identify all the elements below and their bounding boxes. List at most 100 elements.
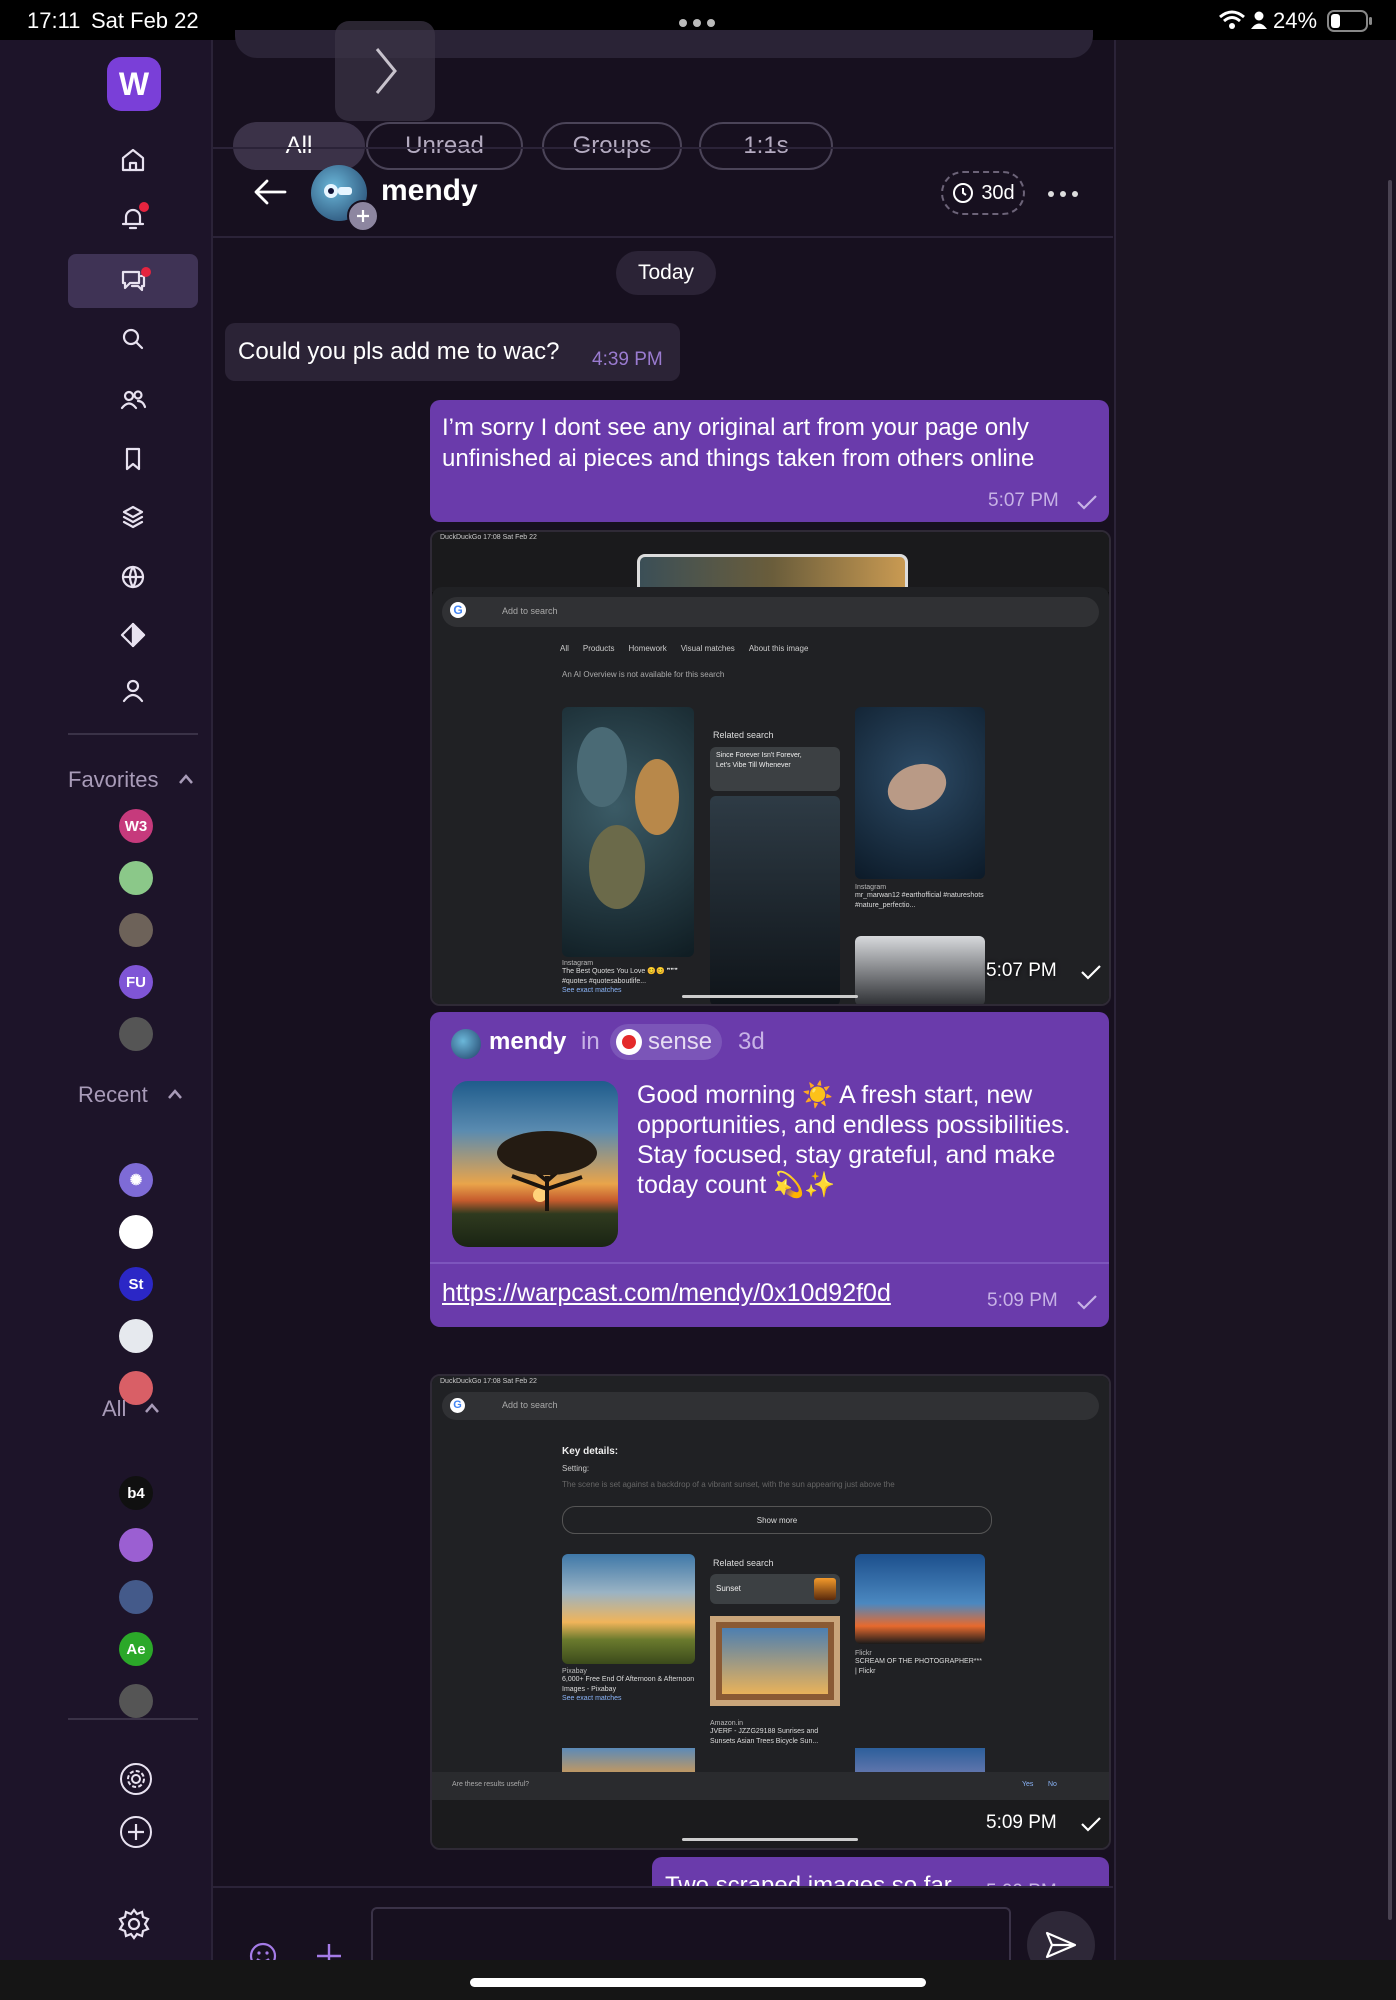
caption-source: Flickr <box>855 1650 872 1657</box>
message-incoming[interactable]: Could you pls add me to wac? 4:39 PM <box>225 323 680 381</box>
shot-dark-image <box>710 796 840 1004</box>
caption-link: See exact matches <box>562 1695 622 1702</box>
recent-heading: Recent <box>78 1082 148 1107</box>
favorite-1-avatar[interactable]: W3 <box>119 809 153 843</box>
message-input[interactable] <box>371 1907 1011 1967</box>
favorite-2-avatar[interactable] <box>119 861 153 895</box>
message-time: 4:39 PM <box>592 349 663 370</box>
favorites-collapse-icon[interactable] <box>177 772 195 791</box>
bookmark-icon[interactable] <box>114 440 152 478</box>
caption-source: Instagram <box>855 884 887 891</box>
settings-circle-icon[interactable] <box>118 1761 154 1802</box>
recent-3-avatar[interactable]: St <box>119 1267 153 1301</box>
cast-author-avatar <box>451 1029 481 1059</box>
shot-status: DuckDuckGo 17:08 Sat Feb 22 <box>440 1378 537 1385</box>
cast-link[interactable]: https://warpcast.com/mendy/0x10d92f0d <box>442 1279 891 1308</box>
profile-icon[interactable] <box>114 672 152 710</box>
caption-text: SCREAM OF THE PHOTOGRAPHER*** | Flickr <box>855 1658 982 1675</box>
disappearing-timer-button[interactable]: 30d <box>941 171 1025 215</box>
forward-chevron-button[interactable] <box>335 21 435 121</box>
google-icon: G <box>450 602 466 618</box>
favorite-5-avatar[interactable] <box>119 1017 153 1051</box>
wifi-icon <box>1219 10 1245 35</box>
more-options-icon[interactable] <box>1047 186 1079 204</box>
filter-unread[interactable]: Unread <box>366 122 523 170</box>
shot-setting-text: The scene is set against a backdrop of a… <box>562 1480 895 1489</box>
shot-tab: Visual matches <box>680 644 735 653</box>
chip-text: Since Forever Isn't Forever, Let's Vibe … <box>716 752 802 769</box>
timer-value: 30d <box>981 181 1015 204</box>
bell-icon[interactable] <box>114 199 152 237</box>
filter-all[interactable]: All <box>233 122 365 170</box>
shot-caption-left: Instagram The Best Quotes You Love 😊😊 ❞❞… <box>562 960 697 994</box>
scrollbar[interactable] <box>1388 180 1392 1920</box>
shot-related-chip: Sunset <box>710 1574 840 1604</box>
globe-icon[interactable] <box>114 558 152 596</box>
recent-collapse-icon[interactable] <box>166 1087 184 1106</box>
shot-tab: Homework <box>628 644 667 653</box>
add-community-icon[interactable] <box>118 1814 154 1855</box>
chat-icon[interactable] <box>114 262 152 300</box>
battery-icon <box>1327 10 1373 37</box>
send-icon <box>1045 1931 1077 1959</box>
message-text: Could you pls add me to wac? <box>238 338 560 365</box>
filter-1-1s[interactable]: 1:1s <box>699 122 833 170</box>
back-arrow-icon[interactable] <box>253 178 287 211</box>
app-logo[interactable]: W <box>107 57 161 111</box>
google-icon: G <box>450 1398 465 1413</box>
cast-age: 3d <box>738 1028 765 1055</box>
gear-icon[interactable] <box>117 1907 151 1946</box>
all-3-avatar[interactable] <box>119 1580 153 1614</box>
check-icon <box>1077 495 1097 510</box>
chevron-right-icon <box>375 48 397 94</box>
all-2-avatar[interactable] <box>119 1528 153 1562</box>
shot-ai-note: An AI Overview is not available for this… <box>562 670 725 679</box>
recent-4-avatar[interactable] <box>119 1319 153 1353</box>
shot-caption-3: Amazon.in JVERF - JZZG29188 Sunrises and… <box>710 1720 845 1747</box>
shot-related-chip: Since Forever Isn't Forever, Let's Vibe … <box>710 747 840 791</box>
shot-search-placeholder: Add to search <box>502 606 558 616</box>
all-4-avatar[interactable]: Ae <box>119 1632 153 1666</box>
cast-in-label: in <box>581 1028 600 1055</box>
shot-tab: Products <box>582 644 615 653</box>
shot-framed-image <box>710 1616 840 1706</box>
recent-2-avatar[interactable] <box>119 1215 153 1249</box>
sidebar: W Favorites W3 FU Recent ✺ St All b4 Ae <box>0 40 213 1960</box>
shot-related-heading: Related search <box>713 1558 774 1568</box>
check-icon <box>1077 1295 1097 1310</box>
favorite-3-avatar[interactable] <box>119 913 153 947</box>
all-1-avatar[interactable]: b4 <box>119 1476 153 1510</box>
chat-pane: All Unread Groups 1:1s mendy 30d Today C… <box>213 21 1113 1979</box>
image-attachment[interactable]: DuckDuckGo 17:08 Sat Feb 22 G Add to sea… <box>430 1374 1111 1850</box>
check-icon <box>1081 1817 1101 1832</box>
message-time: 5:09 PM <box>986 1812 1057 1833</box>
battery-percent: 24% <box>1273 8 1318 33</box>
cast-author[interactable]: mendy <box>489 1028 566 1056</box>
chip-thumb <box>814 1578 836 1600</box>
home-indicator[interactable] <box>470 1978 926 1987</box>
shot-leaves-image <box>562 707 694 957</box>
all-5-avatar[interactable] <box>119 1684 153 1718</box>
shot-tab: All <box>560 644 569 653</box>
favorite-4-avatar[interactable]: FU <box>119 965 153 999</box>
filter-groups[interactable]: Groups <box>542 122 682 170</box>
all-collapse-icon[interactable] <box>143 1401 161 1420</box>
diamond-icon[interactable] <box>114 616 152 654</box>
recent-1-avatar[interactable]: ✺ <box>119 1163 153 1197</box>
message-outgoing[interactable]: I’m sorry I dont see any original art fr… <box>430 400 1109 522</box>
cast-image[interactable] <box>452 1081 618 1247</box>
shot-tabs: All Products Homework Visual matches Abo… <box>560 644 808 653</box>
cube-icon[interactable] <box>114 498 152 536</box>
all-heading: All <box>102 1396 127 1421</box>
home-icon[interactable] <box>114 141 152 179</box>
channel-chip[interactable]: sense <box>610 1024 723 1060</box>
add-member-icon[interactable] <box>347 200 379 232</box>
image-attachment[interactable]: DuckDuckGo 17:08 Sat Feb 22 G Add to sea… <box>430 530 1111 1006</box>
users-icon[interactable] <box>114 381 152 419</box>
search-icon[interactable] <box>114 320 152 358</box>
header-divider <box>213 147 1113 149</box>
caption-text: JVERF - JZZG29188 Sunrises and Sunsets A… <box>710 1728 819 1745</box>
check-icon <box>1081 965 1101 980</box>
shot-home-indicator <box>682 995 858 998</box>
shared-cast-message[interactable]: mendy in sense 3d Good morning ☀️ A fres… <box>430 1012 1109 1327</box>
